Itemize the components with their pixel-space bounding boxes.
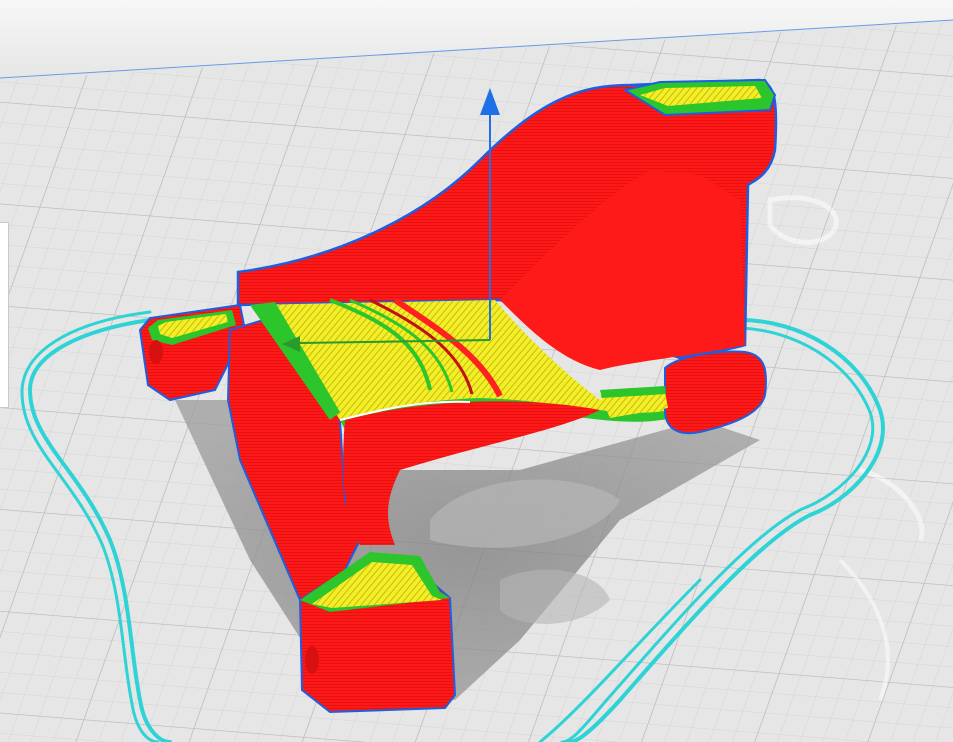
3d-viewport[interactable] xyxy=(0,0,953,742)
scene-canvas[interactable] xyxy=(0,0,953,742)
side-panel-collapsed[interactable] xyxy=(0,222,9,408)
